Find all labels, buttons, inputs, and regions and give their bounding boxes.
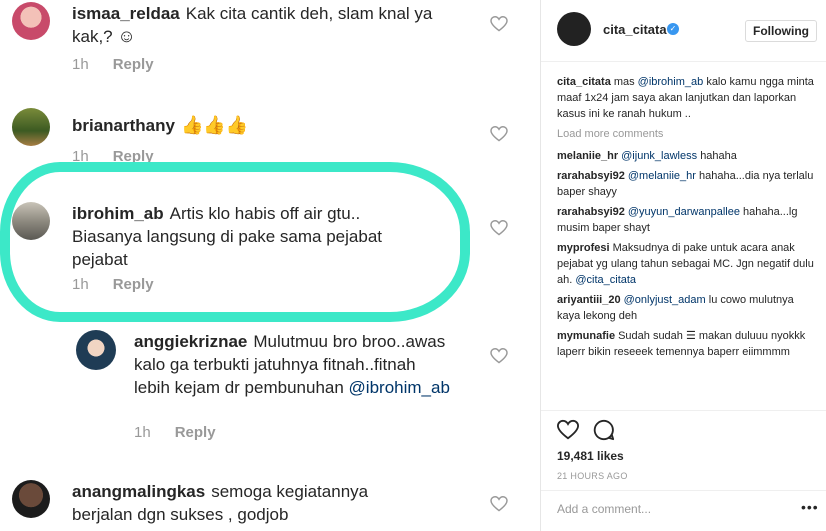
avatar[interactable] [76,330,116,370]
following-button[interactable]: Following [745,20,817,42]
caption: cita_citata mas @ibrohim_ab kalo kamu ngg… [557,76,814,120]
comment-username[interactable]: anangmalingkas [72,482,205,501]
avatar[interactable] [12,202,50,240]
thread-comment-5: anangmalingkas semoga kegiatannya berjala… [0,472,540,531]
heart-icon[interactable] [490,126,508,142]
comment-username[interactable]: brianarthany [72,116,175,135]
comment-time: 1h [72,56,89,73]
list-item: melaniie_hr @ijunk_lawless hahaha [557,150,737,162]
comment-mention[interactable]: @ibrohim_ab [638,76,704,88]
list-item: rarahabsyi92 @melaniie_hr hahaha...dia ny… [557,170,814,198]
comment-time: 1h [72,148,89,165]
comment-icon[interactable] [593,419,615,441]
post-username[interactable]: cita_citata [603,22,667,37]
comment-username[interactable]: ariyantiii_20 [557,294,621,306]
comment-list: cita_citata mas @ibrohim_ab kalo kamu ngg… [557,74,815,409]
comment-time: 1h [72,276,89,293]
thread-comment-2: brianarthany 👍👍👍 1h Reply [0,100,540,180]
reply-button[interactable]: Reply [175,424,216,441]
more-icon[interactable]: ••• [801,499,819,515]
reply-button[interactable]: Reply [113,56,154,73]
thread-comment-1: ismaa_reldaa Kak cita cantik deh, slam kn… [0,0,540,90]
heart-icon[interactable] [490,496,508,512]
load-more-comments-link[interactable]: Load more comments [557,126,815,142]
comment-mention[interactable]: @ibrohim_ab [349,378,450,397]
list-item: mymunafie Sudah sudah ☰ makan duluuu nyok… [557,330,806,358]
comment-username[interactable]: rarahabsyi92 [557,206,625,218]
add-comment-bar: ••• [541,490,826,531]
avatar[interactable] [12,108,50,146]
list-item: myprofesi Maksudnya di pake untuk acara a… [557,242,814,286]
comment-username[interactable]: ibrohim_ab [72,204,164,223]
avatar[interactable] [557,12,591,46]
like-count[interactable]: 19,481 likes [557,449,624,463]
list-item: rarahabsyi92 @yuyun_darwanpallee hahaha..… [557,206,798,234]
thread-comment-3: ibrohim_ab Artis klo habis off air gtu.. … [0,194,540,304]
comment-username[interactable]: myprofesi [557,242,610,254]
comment-input[interactable] [557,502,787,516]
post-timestamp: 21 HOURS AGO [557,471,628,481]
avatar[interactable] [12,2,50,40]
comment-username[interactable]: mymunafie [557,330,615,342]
comment-time: 1h [134,424,151,441]
comment-username[interactable]: cita_citata [557,76,611,88]
thread-comment-4: anggiekriznae Mulutmuu bro broo..awas kal… [0,326,540,456]
list-item: ariyantiii_20 @onlyjust_adam lu cowo mulu… [557,294,794,322]
heart-icon[interactable] [490,348,508,364]
post-header: cita_citata ✓ Following [541,0,826,62]
heart-icon[interactable] [557,419,579,441]
comment-emoji: 👍👍👍 [180,115,249,135]
verified-badge-icon: ✓ [667,23,679,35]
reply-button[interactable]: Reply [113,148,154,165]
comment-username[interactable]: ismaa_reldaa [72,4,180,23]
comment-username[interactable]: anggiekriznae [134,332,247,351]
post-panel: cita_citata ✓ Following cita_citata mas @… [540,0,826,531]
heart-icon[interactable] [490,16,508,32]
zoomed-comment-thread: ismaa_reldaa Kak cita cantik deh, slam kn… [0,0,540,531]
comment-emoji: ☺ [117,26,136,46]
comment-username[interactable]: rarahabsyi92 [557,170,625,182]
reply-button[interactable]: Reply [113,276,154,293]
avatar[interactable] [12,480,50,518]
heart-icon[interactable] [490,220,508,236]
comment-username[interactable]: melaniie_hr [557,150,618,162]
